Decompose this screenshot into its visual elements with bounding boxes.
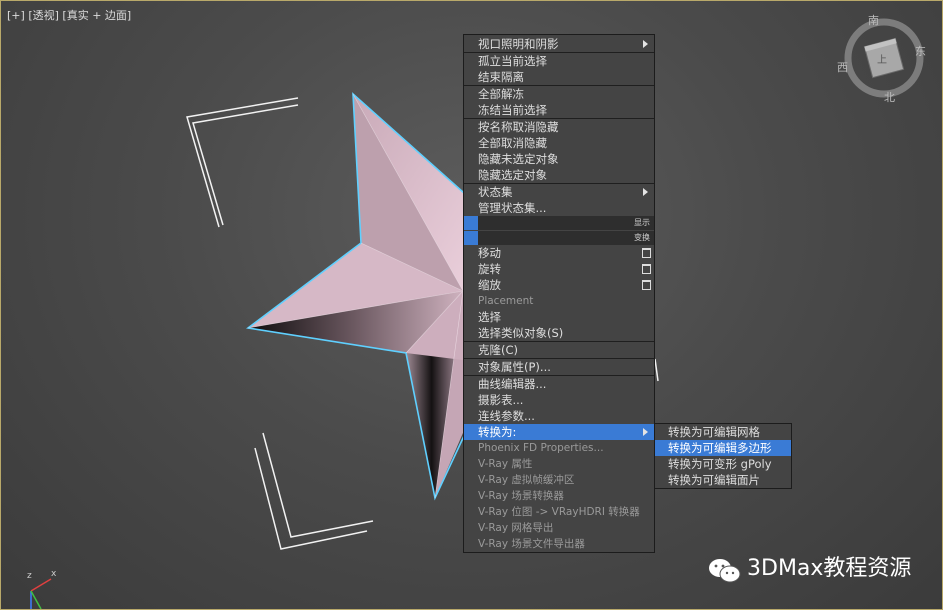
menu-convert-to[interactable]: 转换为:	[464, 424, 654, 440]
menu-end-isolate[interactable]: 结束隔离	[464, 69, 654, 85]
menu-move[interactable]: 移动	[464, 245, 654, 261]
quad-header-transform: 变换	[464, 231, 654, 245]
menu-label: 结束隔离	[478, 70, 524, 84]
menu-label: 管理状态集...	[478, 201, 547, 215]
submenu-arrow-icon	[643, 188, 648, 196]
menu-label: V-Ray 场景文件导出器	[478, 538, 585, 550]
menu-state-sets[interactable]: 状态集	[464, 184, 654, 200]
menu-unhide-by-name[interactable]: 按名称取消隐藏	[464, 119, 654, 135]
menu-label: 转换为可编辑网格	[668, 425, 760, 439]
axis-x-label: x	[51, 569, 57, 579]
settings-box-icon[interactable]	[642, 248, 651, 258]
menu-label: V-Ray 场景转换器	[478, 490, 564, 502]
menu-label: 视口照明和阴影	[478, 37, 559, 51]
menu-label: 转换为可编辑面片	[668, 473, 760, 487]
quad-context-menu[interactable]: 视口照明和阴影 孤立当前选择 结束隔离 全部解冻 冻结当前选择 按名称取消隐藏 …	[463, 34, 655, 553]
wechat-icon	[709, 559, 741, 583]
menu-label: Placement	[478, 295, 534, 307]
menu-label: 转换为可变形 gPoly	[668, 457, 772, 471]
menu-scale[interactable]: 缩放	[464, 277, 654, 293]
menu-label: 旋转	[478, 262, 501, 276]
viewcube-north[interactable]: 北	[884, 89, 895, 105]
submenu-deformable-gpoly[interactable]: 转换为可变形 gPoly	[655, 456, 791, 472]
watermark-text: 3DMax教程资源	[747, 556, 912, 581]
viewcube[interactable]: 南 东 西 北 上	[837, 11, 931, 105]
quad-header-display: 显示	[464, 216, 654, 230]
menu-clone[interactable]: 克隆(C)	[464, 342, 654, 358]
viewcube-south[interactable]: 南	[868, 12, 879, 28]
quad-label-transform: 变换	[634, 233, 650, 242]
menu-hide-unselected[interactable]: 隐藏未选定对象	[464, 151, 654, 167]
submenu-arrow-icon	[643, 40, 648, 48]
menu-phoenix-properties[interactable]: Phoenix FD Properties...	[464, 440, 654, 456]
menu-label: 状态集	[478, 185, 513, 199]
viewcube-top-face[interactable]: 上	[877, 51, 887, 66]
menu-label: 对象属性(P)...	[478, 360, 551, 374]
menu-vray-scene-exporter[interactable]: V-Ray 场景文件导出器	[464, 536, 654, 552]
menu-label: 转换为可编辑多边形	[668, 441, 772, 455]
submenu-arrow-icon	[643, 428, 648, 436]
menu-wire-parameters[interactable]: 连线参数...	[464, 408, 654, 424]
menu-dope-sheet[interactable]: 摄影表...	[464, 392, 654, 408]
menu-label: 冻结当前选择	[478, 103, 547, 117]
menu-isolate-selection[interactable]: 孤立当前选择	[464, 53, 654, 69]
menu-label: 克隆(C)	[478, 343, 519, 357]
menu-label: 移动	[478, 246, 501, 260]
menu-label: V-Ray 属性	[478, 458, 533, 470]
axis-z-label: z	[27, 571, 32, 581]
menu-label: 孤立当前选择	[478, 54, 547, 68]
menu-label: Phoenix FD Properties...	[478, 442, 604, 454]
convert-to-submenu[interactable]: 转换为可编辑网格 转换为可编辑多边形 转换为可变形 gPoly 转换为可编辑面片	[654, 423, 792, 489]
submenu-editable-mesh[interactable]: 转换为可编辑网格	[655, 424, 791, 440]
perspective-viewport[interactable]: [+] [透视] [真实 + 边面] 南 东 西 北 上 视口照明和阴影 孤立当…	[0, 0, 943, 610]
menu-select-similar[interactable]: 选择类似对象(S)	[464, 325, 654, 341]
menu-label: 连线参数...	[478, 409, 535, 423]
menu-label: 全部取消隐藏	[478, 136, 547, 150]
menu-manage-state-sets[interactable]: 管理状态集...	[464, 200, 654, 216]
menu-freeze-selection[interactable]: 冻结当前选择	[464, 102, 654, 118]
menu-hide-selection[interactable]: 隐藏选定对象	[464, 167, 654, 183]
menu-select[interactable]: 选择	[464, 309, 654, 325]
menu-placement[interactable]: Placement	[464, 293, 654, 309]
menu-label: V-Ray 位图 -> VRayHDRI 转换器	[478, 506, 640, 518]
menu-curve-editor[interactable]: 曲线编辑器...	[464, 376, 654, 392]
menu-label: V-Ray 虚拟帧缓冲区	[478, 474, 575, 486]
quad-color-tab	[464, 231, 478, 245]
menu-unhide-all[interactable]: 全部取消隐藏	[464, 135, 654, 151]
menu-label: V-Ray 网格导出	[478, 522, 554, 534]
axis-tripod: z x	[21, 569, 61, 609]
menu-label: 隐藏选定对象	[478, 168, 547, 182]
menu-viewport-lighting[interactable]: 视口照明和阴影	[464, 36, 654, 52]
quad-color-tab	[464, 216, 478, 230]
menu-rotate[interactable]: 旋转	[464, 261, 654, 277]
menu-label: 摄影表...	[478, 393, 524, 407]
menu-label: 缩放	[478, 278, 501, 292]
submenu-editable-poly[interactable]: 转换为可编辑多边形	[655, 440, 791, 456]
viewcube-west[interactable]: 西	[837, 59, 848, 75]
menu-vray-mesh-export[interactable]: V-Ray 网格导出	[464, 520, 654, 536]
menu-label: 选择类似对象(S)	[478, 326, 564, 340]
menu-label: 转换为:	[478, 425, 517, 439]
menu-label: 按名称取消隐藏	[478, 120, 559, 134]
menu-label: 全部解冻	[478, 87, 524, 101]
menu-label: 选择	[478, 310, 501, 324]
menu-object-properties[interactable]: 对象属性(P)...	[464, 359, 654, 375]
menu-vray-frame-buffer[interactable]: V-Ray 虚拟帧缓冲区	[464, 472, 654, 488]
quad-label-display: 显示	[634, 218, 650, 227]
settings-box-icon[interactable]	[642, 264, 651, 274]
menu-unfreeze-all[interactable]: 全部解冻	[464, 86, 654, 102]
menu-label: 曲线编辑器...	[478, 377, 547, 391]
star-object[interactable]	[246, 92, 481, 501]
menu-label: 隐藏未选定对象	[478, 152, 559, 166]
watermark: 3DMax教程资源	[707, 555, 911, 585]
settings-box-icon[interactable]	[642, 280, 651, 290]
menu-vray-bitmap-converter[interactable]: V-Ray 位图 -> VRayHDRI 转换器	[464, 504, 654, 520]
submenu-editable-patch[interactable]: 转换为可编辑面片	[655, 472, 791, 488]
menu-vray-scene-converter[interactable]: V-Ray 场景转换器	[464, 488, 654, 504]
viewcube-east[interactable]: 东	[915, 43, 926, 59]
menu-vray-properties[interactable]: V-Ray 属性	[464, 456, 654, 472]
